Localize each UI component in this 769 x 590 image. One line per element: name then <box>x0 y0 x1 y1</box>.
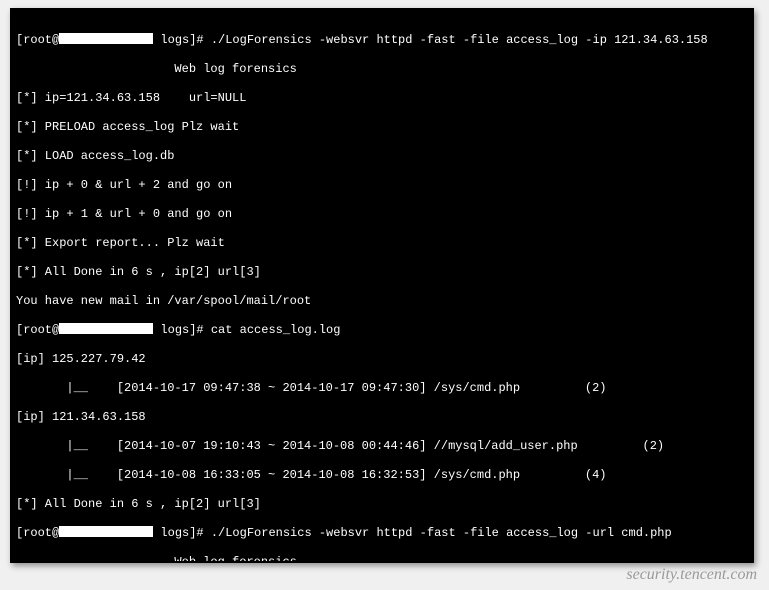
watermark: security.tencent.com <box>626 566 757 584</box>
out1-2: [ip] 121.34.63.158 <box>16 410 748 425</box>
prompt-suffix: logs]# <box>153 526 211 540</box>
command-1: ./LogForensics -websvr httpd -fast -file… <box>211 33 708 47</box>
prompt-user: [root@ <box>16 33 59 47</box>
run1-3: [!] ip + 0 & url + 2 and go on <box>16 178 748 193</box>
banner-line: Web log forensics <box>16 62 748 77</box>
command-3: ./LogForensics -websvr httpd -fast -file… <box>211 526 672 540</box>
run1-7: You have new mail in /var/spool/mail/roo… <box>16 294 748 309</box>
prompt-suffix: logs]# <box>153 33 211 47</box>
command-2: cat access_log.log <box>211 323 341 337</box>
out1-3: |__ [2014-10-07 19:10:43 ~ 2014-10-08 00… <box>16 439 748 454</box>
out1-0: [ip] 125.227.79.42 <box>16 352 748 367</box>
prompt-line-3: [root@ logs]# ./LogForensics -websvr htt… <box>16 526 748 541</box>
screenshot-frame: [root@ logs]# ./LogForensics -websvr htt… <box>10 8 754 563</box>
out1-4: |__ [2014-10-08 16:33:05 ~ 2014-10-08 16… <box>16 468 748 483</box>
out1-1: |__ [2014-10-17 09:47:38 ~ 2014-10-17 09… <box>16 381 748 396</box>
redacted-host <box>59 33 153 44</box>
banner-line-2: Web log forensics <box>16 555 748 562</box>
redacted-host <box>59 526 153 537</box>
prompt-suffix: logs]# <box>153 323 211 337</box>
run1-0: [*] ip=121.34.63.158 url=NULL <box>16 91 748 106</box>
out1-5: [*] All Done in 6 s , ip[2] url[3] <box>16 497 748 512</box>
redacted-host <box>59 323 153 334</box>
prompt-line-1: [root@ logs]# ./LogForensics -websvr htt… <box>16 33 748 48</box>
terminal[interactable]: [root@ logs]# ./LogForensics -websvr htt… <box>12 10 752 561</box>
run1-5: [*] Export report... Plz wait <box>16 236 748 251</box>
run1-4: [!] ip + 1 & url + 0 and go on <box>16 207 748 222</box>
run1-1: [*] PRELOAD access_log Plz wait <box>16 120 748 135</box>
run1-2: [*] LOAD access_log.db <box>16 149 748 164</box>
prompt-user: [root@ <box>16 526 59 540</box>
run1-6: [*] All Done in 6 s , ip[2] url[3] <box>16 265 748 280</box>
prompt-line-2: [root@ logs]# cat access_log.log <box>16 323 748 338</box>
prompt-user: [root@ <box>16 323 59 337</box>
